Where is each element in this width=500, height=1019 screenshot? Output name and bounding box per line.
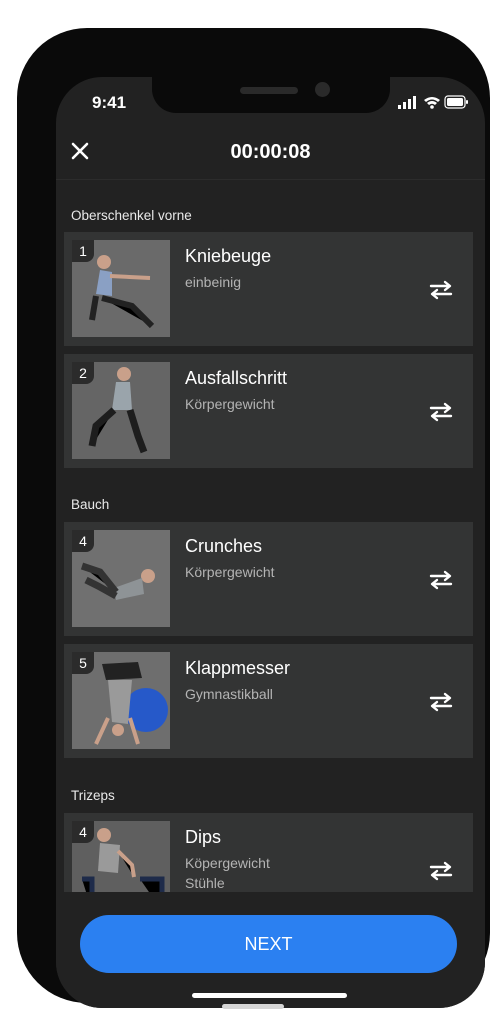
section-title-oberschenkel: Oberschenkel vorne <box>71 208 192 223</box>
phone-frame: 9:41 00:00:08 Oberschenkel vorne 1 Knieb… <box>17 28 490 1008</box>
exercise-card[interactable]: 1 Kniebeuge einbeinig <box>64 232 473 346</box>
swap-icon <box>429 280 453 300</box>
exercise-number: 5 <box>72 652 94 674</box>
header-divider <box>56 179 485 180</box>
exercise-number: 4 <box>72 821 94 843</box>
exercise-detail: Gymnastikball <box>185 686 273 702</box>
swap-icon <box>429 402 453 422</box>
exercise-number: 2 <box>72 362 94 384</box>
exercise-equipment: Stühle <box>185 875 225 891</box>
section-title-trizeps: Trizeps <box>71 788 115 803</box>
swap-icon <box>429 570 453 590</box>
app-screen: 9:41 00:00:08 Oberschenkel vorne 1 Knieb… <box>56 77 485 1008</box>
status-icons <box>398 95 468 109</box>
exercise-card[interactable]: 2 Ausfallschritt Körpergewicht <box>64 354 473 468</box>
exercise-name: Dips <box>185 827 222 847</box>
exercise-image: 1 <box>72 240 170 337</box>
device-bottom-edge <box>222 1004 284 1009</box>
exercise-number: 1 <box>72 240 94 262</box>
exercise-detail: Köpergewicht <box>185 855 270 871</box>
camera <box>315 82 330 97</box>
swap-exercise-button[interactable] <box>429 860 453 882</box>
speaker <box>240 87 298 94</box>
exercise-detail: Körpergewicht <box>185 396 275 412</box>
exercise-image: 4 <box>72 530 170 627</box>
home-indicator[interactable] <box>192 993 347 998</box>
workout-timer: 00:00:08 <box>230 141 311 163</box>
notch <box>152 77 390 113</box>
exercise-name: Klappmesser <box>185 658 291 678</box>
exercise-image: 2 <box>72 362 170 459</box>
status-time: 9:41 <box>92 93 127 112</box>
swap-exercise-button[interactable] <box>429 691 453 713</box>
exercise-detail: Körpergewicht <box>185 564 275 580</box>
next-button[interactable]: NEXT <box>80 915 457 973</box>
swap-exercise-button[interactable] <box>429 279 453 301</box>
section-title-bauch: Bauch <box>71 497 110 512</box>
swap-icon <box>429 861 453 881</box>
swap-icon <box>429 692 453 712</box>
exercise-detail: einbeinig <box>185 274 242 290</box>
exercise-number: 4 <box>72 530 94 552</box>
exercise-name: Crunches <box>185 536 263 556</box>
swap-exercise-button[interactable] <box>429 569 453 591</box>
exercise-name: Kniebeuge <box>185 246 272 266</box>
signal-wifi-battery-icon <box>398 95 468 109</box>
swap-exercise-button[interactable] <box>429 401 453 423</box>
workout-header: 00:00:08 <box>56 127 485 179</box>
exercise-image: 5 <box>72 652 170 749</box>
exercise-card[interactable]: 5 Klappmesser Gymnastikball <box>64 644 473 758</box>
exercise-name: Ausfallschritt <box>185 368 288 388</box>
exercise-card[interactable]: 4 Crunches Körpergewicht <box>64 522 473 636</box>
